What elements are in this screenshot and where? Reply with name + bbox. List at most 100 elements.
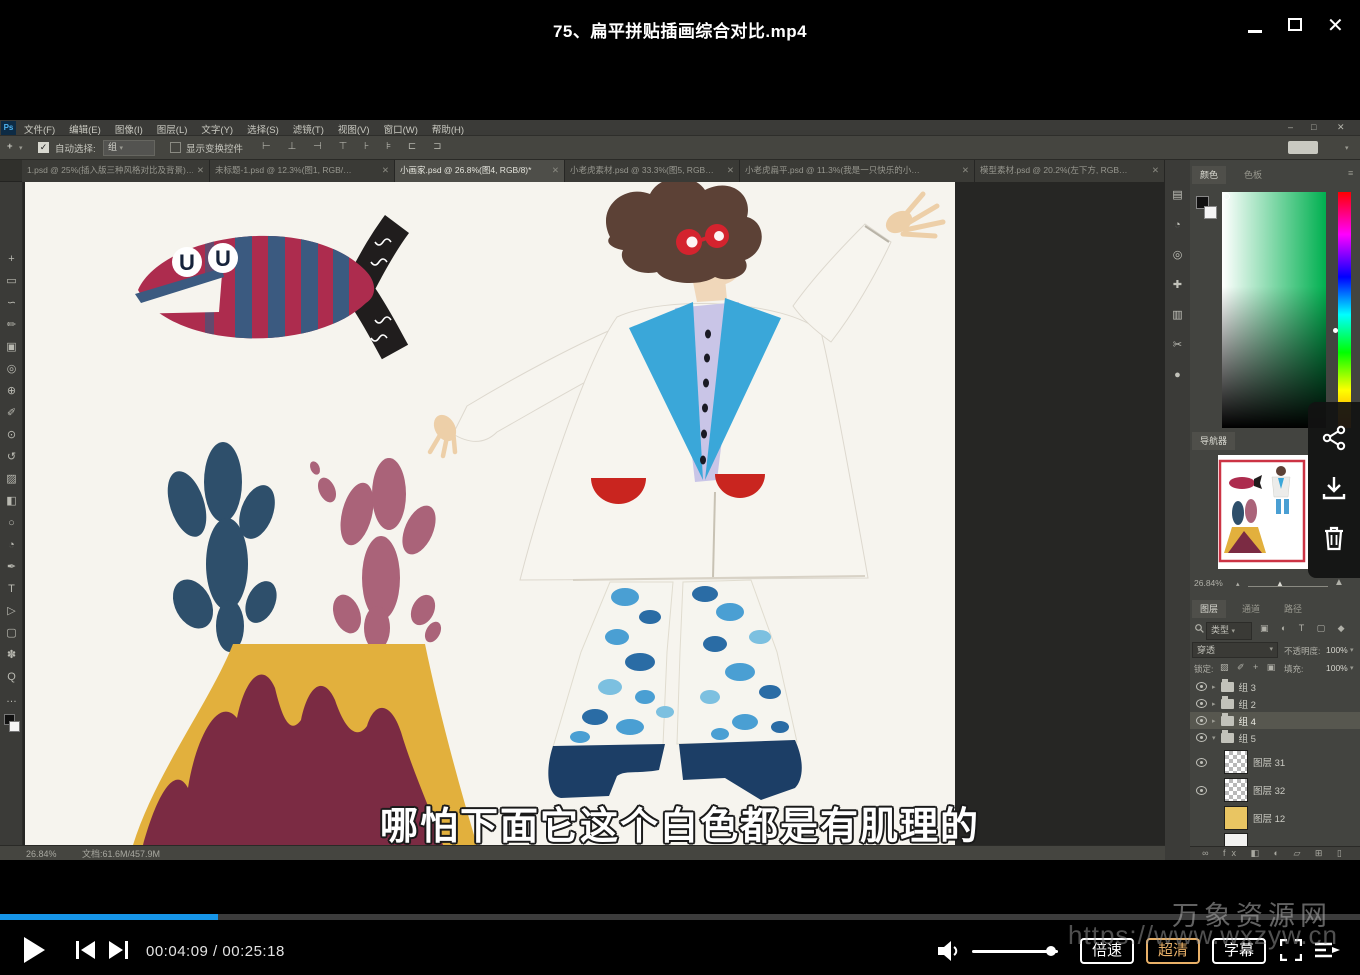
opacity-label: 不透明度: bbox=[1284, 645, 1320, 657]
blend-mode-dropdown[interactable]: 穿透 ▾ bbox=[1192, 642, 1278, 658]
layer-row-group4-selected[interactable]: ▸ 组 4 bbox=[1190, 712, 1360, 729]
menu-layer[interactable]: 图层(L) bbox=[157, 122, 188, 136]
tab-close-icon[interactable]: ✕ bbox=[552, 160, 559, 182]
expand-arrow-icon[interactable]: ▸ bbox=[1212, 717, 1216, 725]
layer-row-group5[interactable]: ▾ 组 5 bbox=[1190, 729, 1360, 746]
visibility-eye-icon[interactable] bbox=[1196, 758, 1207, 767]
doc-tab-1[interactable]: 1.psd @ 25%(插入版三种风格对比及背景)…✕ bbox=[22, 160, 210, 182]
fish-collage: U U bbox=[83, 208, 397, 358]
layer-thumbnail[interactable] bbox=[1224, 750, 1248, 774]
collapsed-panel-icons[interactable]: ▤ ◔ ◎ ✚ ▥ ✂ ● bbox=[1165, 180, 1190, 390]
hue-slider[interactable] bbox=[1338, 192, 1351, 428]
play-button[interactable] bbox=[24, 937, 45, 963]
playback-speed-button[interactable]: 倍速 bbox=[1080, 938, 1134, 964]
subtitle-toggle-button[interactable]: 字幕 bbox=[1212, 938, 1266, 964]
align-buttons-row[interactable]: ⊢ ⊥ ⊣ ⊤ ⊦ ⊧ ⊏ ⊐ bbox=[262, 141, 448, 152]
visibility-eye-icon[interactable] bbox=[1196, 733, 1207, 742]
expand-arrow-icon[interactable]: ▸ bbox=[1212, 683, 1216, 691]
quality-button[interactable]: 超清 bbox=[1146, 938, 1200, 964]
zoom-in-icon[interactable]: ▲ bbox=[1334, 577, 1344, 588]
auto-select-checkbox[interactable]: ✓ bbox=[38, 142, 49, 153]
doc-tab-4[interactable]: 小老虎素材.psd @ 33.3%(图5, RGB…✕ bbox=[565, 160, 740, 182]
show-transform-checkbox[interactable] bbox=[170, 142, 181, 153]
auto-select-label: 自动选择: bbox=[55, 141, 96, 155]
auto-select-dropdown[interactable]: 组 ▾ bbox=[103, 140, 155, 156]
panel-menu-icon[interactable]: ≡ bbox=[1348, 168, 1353, 178]
visibility-eye-icon[interactable] bbox=[1196, 699, 1207, 708]
doc-tab-3-active[interactable]: 小画家.psd @ 26.8%(图4, RGB/8)*✕ bbox=[395, 160, 565, 182]
tab-color[interactable]: 颜色 bbox=[1192, 166, 1226, 184]
tab-navigator[interactable]: 导航器 bbox=[1192, 432, 1235, 450]
tab-paths[interactable]: 路径 bbox=[1276, 600, 1310, 618]
tab-close-icon[interactable]: ✕ bbox=[197, 160, 204, 182]
navigator-zoom-field[interactable]: 26.84% bbox=[1194, 578, 1223, 588]
panel-icon-strip: ▤ ◔ ◎ ✚ ▥ ✂ ● bbox=[1165, 160, 1190, 860]
workspace-switcher[interactable] bbox=[1288, 141, 1318, 154]
menu-image[interactable]: 图像(I) bbox=[115, 122, 143, 136]
menu-help[interactable]: 帮助(H) bbox=[432, 122, 464, 136]
layer-row-group3[interactable]: ▸ 组 3 bbox=[1190, 678, 1360, 695]
show-transform-label: 显示变换控件 bbox=[186, 141, 243, 155]
volume-slider-knob[interactable] bbox=[1046, 946, 1056, 956]
volume-icon[interactable] bbox=[938, 940, 962, 962]
fill-value[interactable]: 100% bbox=[1326, 663, 1348, 673]
tab-close-icon[interactable]: ✕ bbox=[1152, 160, 1159, 182]
lock-option-icons[interactable]: ▨ ✐ + ▣ bbox=[1220, 662, 1278, 673]
ps-restore-button[interactable]: □ bbox=[1311, 122, 1316, 132]
background-color-swatch[interactable] bbox=[9, 721, 20, 732]
color-saturation-field[interactable] bbox=[1222, 192, 1326, 428]
menu-type[interactable]: 文字(Y) bbox=[201, 122, 233, 136]
tool-preset-caret-icon[interactable]: ▾ bbox=[19, 144, 23, 152]
doc-tab-2[interactable]: 未标题-1.psd @ 12.3%(图1, RGB/…✕ bbox=[210, 160, 395, 182]
zoom-out-icon[interactable]: ▴ bbox=[1236, 580, 1240, 588]
zoom-slider-thumb[interactable]: ▲ bbox=[1276, 579, 1284, 588]
expand-arrow-icon[interactable]: ▸ bbox=[1212, 700, 1216, 708]
doc-tab-5[interactable]: 小老虎扁平.psd @ 11.3%(我是一只快乐的小…✕ bbox=[740, 160, 975, 182]
visibility-eye-icon[interactable] bbox=[1196, 716, 1207, 725]
minimize-button[interactable] bbox=[1248, 30, 1262, 33]
menu-edit[interactable]: 编辑(E) bbox=[69, 122, 101, 136]
delete-button[interactable] bbox=[1320, 524, 1348, 552]
tab-close-icon[interactable]: ✕ bbox=[962, 160, 969, 182]
menu-view[interactable]: 视图(V) bbox=[338, 122, 370, 136]
color-background-swatch[interactable] bbox=[1204, 206, 1217, 219]
ps-close-button[interactable]: ✕ bbox=[1337, 122, 1345, 133]
navigator-zoom-slider[interactable] bbox=[1248, 586, 1328, 587]
menu-file[interactable]: 文件(F) bbox=[24, 122, 55, 136]
tab-layers[interactable]: 图层 bbox=[1192, 600, 1226, 618]
chevron-down-icon[interactable]: ▾ bbox=[1350, 664, 1354, 672]
chevron-down-icon: ▾ bbox=[1232, 628, 1236, 635]
layer-row-group2[interactable]: ▸ 组 2 bbox=[1190, 695, 1360, 712]
tab-channels[interactable]: 通道 bbox=[1234, 600, 1268, 618]
visibility-eye-icon[interactable] bbox=[1196, 786, 1207, 795]
playlist-icon[interactable] bbox=[1314, 941, 1342, 959]
visibility-eye-icon[interactable] bbox=[1196, 682, 1207, 691]
collapse-arrow-icon[interactable]: ▾ bbox=[1212, 734, 1216, 742]
tab-close-icon[interactable]: ✕ bbox=[382, 160, 389, 182]
options-caret-icon[interactable]: ▾ bbox=[1345, 144, 1349, 152]
layer-filter-type-icons[interactable]: ▣ ◐ T ▢ ◆ bbox=[1260, 623, 1350, 634]
layer-row-layer31[interactable]: 图层 31 bbox=[1190, 748, 1360, 776]
opacity-value[interactable]: 100% bbox=[1326, 645, 1348, 655]
menu-window[interactable]: 窗口(W) bbox=[384, 122, 418, 136]
lock-label: 锁定: bbox=[1194, 663, 1213, 675]
share-button[interactable] bbox=[1320, 424, 1348, 452]
download-button[interactable] bbox=[1320, 474, 1348, 502]
chevron-down-icon[interactable]: ▾ bbox=[1350, 646, 1354, 654]
tool-icons-column[interactable]: + ▭ ∽ ✏ ▣ ◎ ⊕ ✐ ⊙ ↺ ▨ ◧ ○ ◔ ✒ T ▷ ▢ ✽ Q … bbox=[0, 248, 23, 710]
ps-menubar: Ps 文件(F) 编辑(E) 图像(I) 图层(L) 文字(Y) 选择(S) 滤… bbox=[0, 120, 1360, 136]
menu-filter[interactable]: 滤镜(T) bbox=[293, 122, 324, 136]
tab-swatches[interactable]: 色板 bbox=[1236, 166, 1270, 184]
next-button[interactable] bbox=[108, 941, 128, 959]
layer-filter-dropdown[interactable]: 类型 ▾ bbox=[1206, 622, 1252, 640]
volcano-collage bbox=[133, 442, 477, 845]
ps-minimize-button[interactable]: – bbox=[1288, 122, 1293, 132]
ps-canvas[interactable]: U U bbox=[25, 182, 955, 845]
tab-close-icon[interactable]: ✕ bbox=[727, 160, 734, 182]
previous-button[interactable] bbox=[76, 941, 96, 959]
menu-select[interactable]: 选择(S) bbox=[247, 122, 279, 136]
close-button[interactable]: ✕ bbox=[1327, 13, 1344, 38]
doc-tab-6[interactable]: 模型素材.psd @ 20.2%(左下方, RGB…✕ bbox=[975, 160, 1165, 182]
fullscreen-icon[interactable] bbox=[1280, 939, 1302, 961]
maximize-button[interactable] bbox=[1288, 18, 1302, 31]
